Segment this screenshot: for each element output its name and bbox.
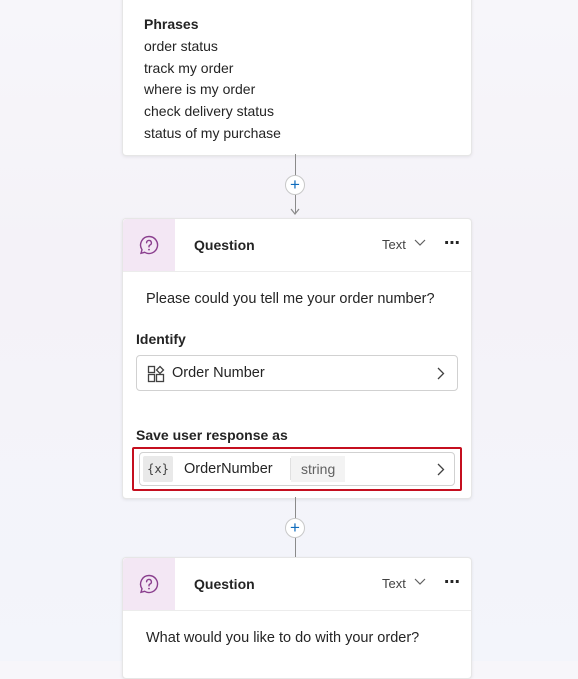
- save-response-label: Save user response as: [136, 427, 288, 443]
- phrases-title: Phrases: [144, 16, 199, 32]
- question-prompt[interactable]: What would you like to do with your orde…: [146, 630, 419, 646]
- question-header: Question Text ⋯: [123, 219, 471, 272]
- question-icon: [139, 574, 159, 594]
- entity-icon: [147, 365, 165, 383]
- phrase-item: check delivery status: [144, 103, 274, 120]
- highlight-box: {x} OrderNumber string: [132, 447, 462, 491]
- question-title: Question: [194, 237, 255, 253]
- chevron-down-icon[interactable]: [414, 239, 426, 247]
- connector-line: [295, 154, 296, 176]
- identify-label: Identify: [136, 331, 186, 347]
- variable-field[interactable]: {x} OrderNumber string: [139, 452, 455, 486]
- phrases-list: Phrases order status track my order wher…: [144, 14, 281, 145]
- add-node-button[interactable]: +: [285, 175, 305, 195]
- connector-line: [295, 497, 296, 519]
- question-header: Question Text ⋯: [123, 558, 471, 611]
- question-icon-box: [123, 558, 175, 610]
- variable-icon: {x}: [143, 456, 173, 482]
- chevron-right-icon: [437, 367, 445, 380]
- trigger-card[interactable]: Phrases order status track my order wher…: [122, 0, 472, 156]
- chevron-right-icon: [437, 463, 445, 476]
- phrase-item: status of my purchase: [144, 124, 281, 141]
- type-dropdown[interactable]: Text: [382, 237, 406, 252]
- plus-icon: +: [290, 518, 300, 537]
- identify-value: Order Number: [172, 365, 265, 381]
- arrow-down-icon: [290, 208, 300, 215]
- chevron-down-icon[interactable]: [414, 578, 426, 586]
- type-dropdown[interactable]: Text: [382, 576, 406, 591]
- variable-type-badge: string: [291, 456, 346, 482]
- identify-field[interactable]: Order Number: [136, 355, 458, 391]
- more-options-button[interactable]: ⋯: [444, 572, 461, 592]
- connector-line: [295, 538, 296, 558]
- question-node[interactable]: Question Text ⋯ Please could you tell me…: [122, 218, 472, 499]
- question-icon-box: [123, 219, 175, 271]
- phrase-item: where is my order: [144, 81, 256, 98]
- question-icon: [139, 235, 159, 255]
- phrase-item: track my order: [144, 59, 234, 76]
- more-options-button[interactable]: ⋯: [444, 233, 461, 253]
- phrase-item: order status: [144, 37, 218, 54]
- add-node-button[interactable]: +: [285, 518, 305, 538]
- question-title: Question: [194, 576, 255, 592]
- plus-icon: +: [290, 175, 300, 194]
- question-prompt[interactable]: Please could you tell me your order numb…: [146, 291, 435, 307]
- variable-name: OrderNumber: [184, 461, 273, 477]
